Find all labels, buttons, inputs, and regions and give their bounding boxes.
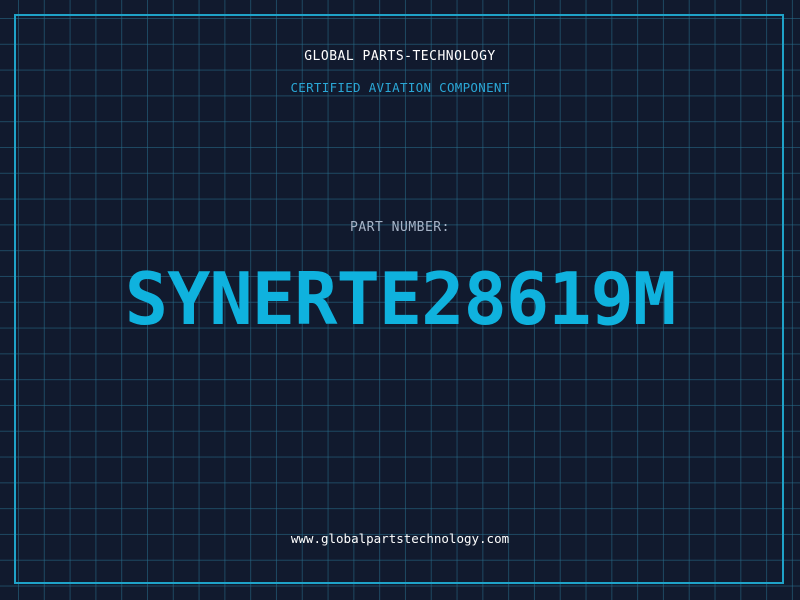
website-url: www.globalpartstechnology.com [290, 531, 510, 546]
tagline: CERTIFIED AVIATION COMPONENT [290, 80, 510, 95]
part-certificate-canvas: GLOBAL PARTS-TECHNOLOGY CERTIFIED AVIATI… [0, 0, 800, 600]
company-name: GLOBAL PARTS-TECHNOLOGY [304, 49, 496, 64]
part-number-value: SYNERTE28619M [124, 257, 677, 341]
part-number-label: PART NUMBER: [350, 220, 450, 235]
